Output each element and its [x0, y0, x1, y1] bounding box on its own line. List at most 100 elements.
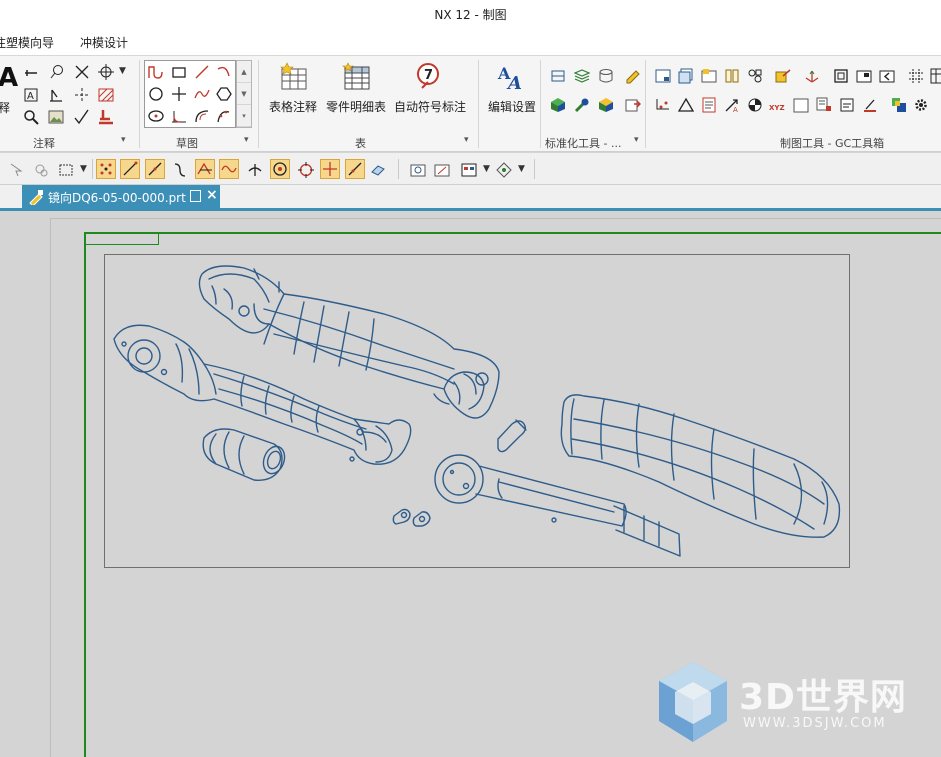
target-point-dropdown-icon[interactable]: ▼ [119, 66, 126, 76]
std-tool-icon[interactable] [550, 68, 566, 84]
tool-assembly-icon[interactable] [574, 97, 590, 113]
line-icon[interactable] [194, 64, 210, 80]
rectangle-select-icon[interactable] [58, 162, 74, 178]
database-icon[interactable] [598, 68, 614, 84]
xyz-coordinate-icon[interactable]: XYZ [769, 97, 785, 113]
standardization-more-icon[interactable]: ▾ [634, 135, 639, 145]
target-point-icon[interactable] [98, 64, 114, 80]
ellipse-icon[interactable] [148, 108, 164, 124]
tech-requirement-icon[interactable] [701, 97, 717, 113]
snap-on-curve-button[interactable] [345, 159, 365, 179]
hatch-icon[interactable] [98, 87, 114, 103]
yellow-cube-icon[interactable] [598, 97, 614, 113]
pie-marker-icon[interactable] [747, 97, 763, 113]
snap-endpoint-button[interactable] [96, 159, 116, 179]
arc-icon[interactable] [216, 64, 232, 80]
snap-midpoint-button[interactable] [120, 159, 140, 179]
sheet-arrow-icon[interactable] [775, 68, 791, 84]
snap-point-button[interactable] [320, 159, 340, 179]
snap-surface-icon[interactable] [370, 162, 386, 178]
target-symbol-icon[interactable] [98, 109, 114, 125]
scroll-up-icon[interactable]: ▲ [237, 61, 251, 83]
tab-close-icon[interactable]: × [206, 187, 218, 203]
sheet-note-icon[interactable] [839, 97, 855, 113]
menu-mold-wizard[interactable]: 注塑模向导 [0, 34, 54, 51]
fillet-icon[interactable] [171, 108, 187, 124]
prev-sheet-icon[interactable] [879, 68, 895, 84]
snap-curve-button[interactable] [219, 159, 239, 179]
snap-intersection-button[interactable] [195, 159, 215, 179]
studio-spline-icon[interactable] [194, 86, 210, 102]
auto-balloon-label[interactable]: 自动符号标注 [394, 98, 466, 115]
selection-arrow-icon[interactable] [8, 162, 24, 178]
layer-stack-icon[interactable] [574, 68, 590, 84]
table-layout-dropdown-icon[interactable]: ▼ [483, 164, 490, 174]
sketch-gallery-scroll[interactable]: ▲ ▼ ▾ [236, 60, 252, 128]
select-dropdown-icon[interactable]: ▼ [80, 164, 87, 174]
snap-center-button[interactable] [270, 159, 290, 179]
quadrant-icon[interactable] [298, 162, 314, 178]
conic-icon[interactable] [194, 108, 210, 124]
circle-icon[interactable] [148, 86, 164, 102]
surface-finish-icon[interactable] [48, 87, 64, 103]
grid-cross-icon[interactable] [908, 68, 924, 84]
dimension-arrow-icon[interactable]: A [724, 97, 740, 113]
snap-options-dropdown-icon[interactable]: ▼ [518, 164, 525, 174]
rectangle-icon[interactable] [171, 64, 187, 80]
tabular-note-icon[interactable] [279, 62, 309, 92]
view-update-icon[interactable] [410, 162, 426, 178]
view-style-icon[interactable] [434, 162, 450, 178]
surface-mark-icon[interactable] [862, 97, 878, 113]
tabular-note-label[interactable]: 表格注释 [269, 98, 317, 115]
triangle-icon[interactable] [678, 97, 694, 113]
weld-symbol-icon[interactable] [74, 109, 90, 125]
gallery-expand-icon[interactable]: ▾ [237, 105, 251, 127]
document-tab[interactable]: 镜向DQ6-05-00-000.prt × [22, 185, 220, 208]
table-dots-icon[interactable] [655, 97, 671, 113]
zoom-icon[interactable] [23, 109, 39, 125]
table-layout-icon[interactable] [461, 162, 477, 178]
parts-list-label[interactable]: 零件明细表 [326, 98, 386, 115]
edit-settings-label[interactable]: 编辑设置 [488, 98, 536, 115]
border-icon[interactable] [655, 68, 671, 84]
balloon-icon[interactable] [48, 64, 64, 80]
blank-box-icon[interactable] [793, 97, 809, 113]
image-icon[interactable] [48, 109, 64, 125]
drawing-view-geometry[interactable] [104, 254, 850, 568]
polygon-icon[interactable] [216, 86, 232, 102]
table-group-more-icon[interactable]: ▾ [464, 135, 469, 145]
menu-die-design[interactable]: 冲模设计 [80, 34, 128, 51]
select-filter-icon[interactable] [33, 162, 49, 178]
snap-control-button[interactable] [145, 159, 165, 179]
snap-options-icon[interactable] [496, 162, 512, 178]
datum-feature-icon[interactable] [23, 65, 39, 81]
centerline-icon[interactable] [74, 87, 90, 103]
auto-balloon-icon[interactable]: 7 [414, 62, 444, 92]
notes-list-icon[interactable] [816, 97, 832, 113]
fit-curve-icon[interactable] [216, 108, 232, 124]
palette-icon[interactable] [891, 97, 907, 113]
point-icon[interactable] [171, 86, 187, 102]
tangent-curve-icon[interactable] [172, 162, 188, 178]
window-frame-icon[interactable] [856, 68, 872, 84]
pencil-edit-icon[interactable] [625, 68, 641, 84]
tab-restore-icon[interactable] [190, 190, 201, 202]
book-icon[interactable] [724, 68, 740, 84]
profile-icon[interactable] [148, 64, 164, 80]
perpendicular-icon[interactable] [247, 162, 263, 178]
renumber-icon[interactable] [747, 68, 763, 84]
cross-icon[interactable] [74, 64, 90, 80]
annotation-group-more-icon[interactable]: ▾ [121, 135, 126, 145]
sketch-group-more-icon[interactable]: ▾ [244, 135, 249, 145]
sheet-stack-icon[interactable] [678, 68, 694, 84]
settings-gear-icon[interactable] [913, 97, 929, 113]
overflow-grid-icon[interactable] [930, 68, 941, 84]
scroll-down-icon[interactable]: ▼ [237, 83, 251, 105]
title-block-icon[interactable] [701, 68, 717, 84]
coordinate-icon[interactable] [804, 68, 820, 84]
edit-settings-icon[interactable]: AA [497, 62, 527, 92]
export-icon[interactable] [625, 97, 641, 113]
frame-icon[interactable] [833, 68, 849, 84]
feature-control-icon[interactable]: A [23, 87, 39, 103]
green-cube-icon[interactable] [550, 97, 566, 113]
